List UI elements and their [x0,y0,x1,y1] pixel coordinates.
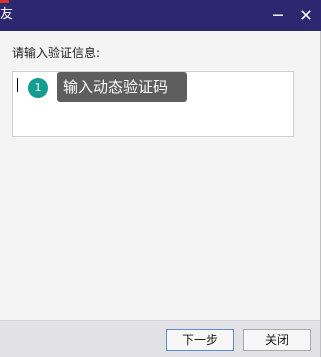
tooltip-text: 输入动态验证码 [63,78,169,96]
close-button[interactable]: 关闭 [243,329,311,351]
next-button[interactable]: 下一步 [166,329,234,351]
hint-tooltip: 输入动态验证码 [57,72,187,102]
dialog-footer: 下一步 关闭 [0,320,320,357]
title-accent [0,0,9,3]
verification-prompt-label: 请输入验证信息: [12,46,101,60]
minimize-button[interactable] [268,5,288,25]
close-icon [301,10,311,20]
close-window-button[interactable] [296,5,316,25]
verification-dialog: 友 请输入验证信息: 输入动态验证码 1 下一步 关闭 [0,0,321,357]
text-caret [17,78,18,92]
minimize-icon [273,14,283,16]
window-title: 友 [0,7,14,22]
step-number-badge: 1 [28,78,48,98]
title-bar[interactable]: 友 [0,0,321,31]
